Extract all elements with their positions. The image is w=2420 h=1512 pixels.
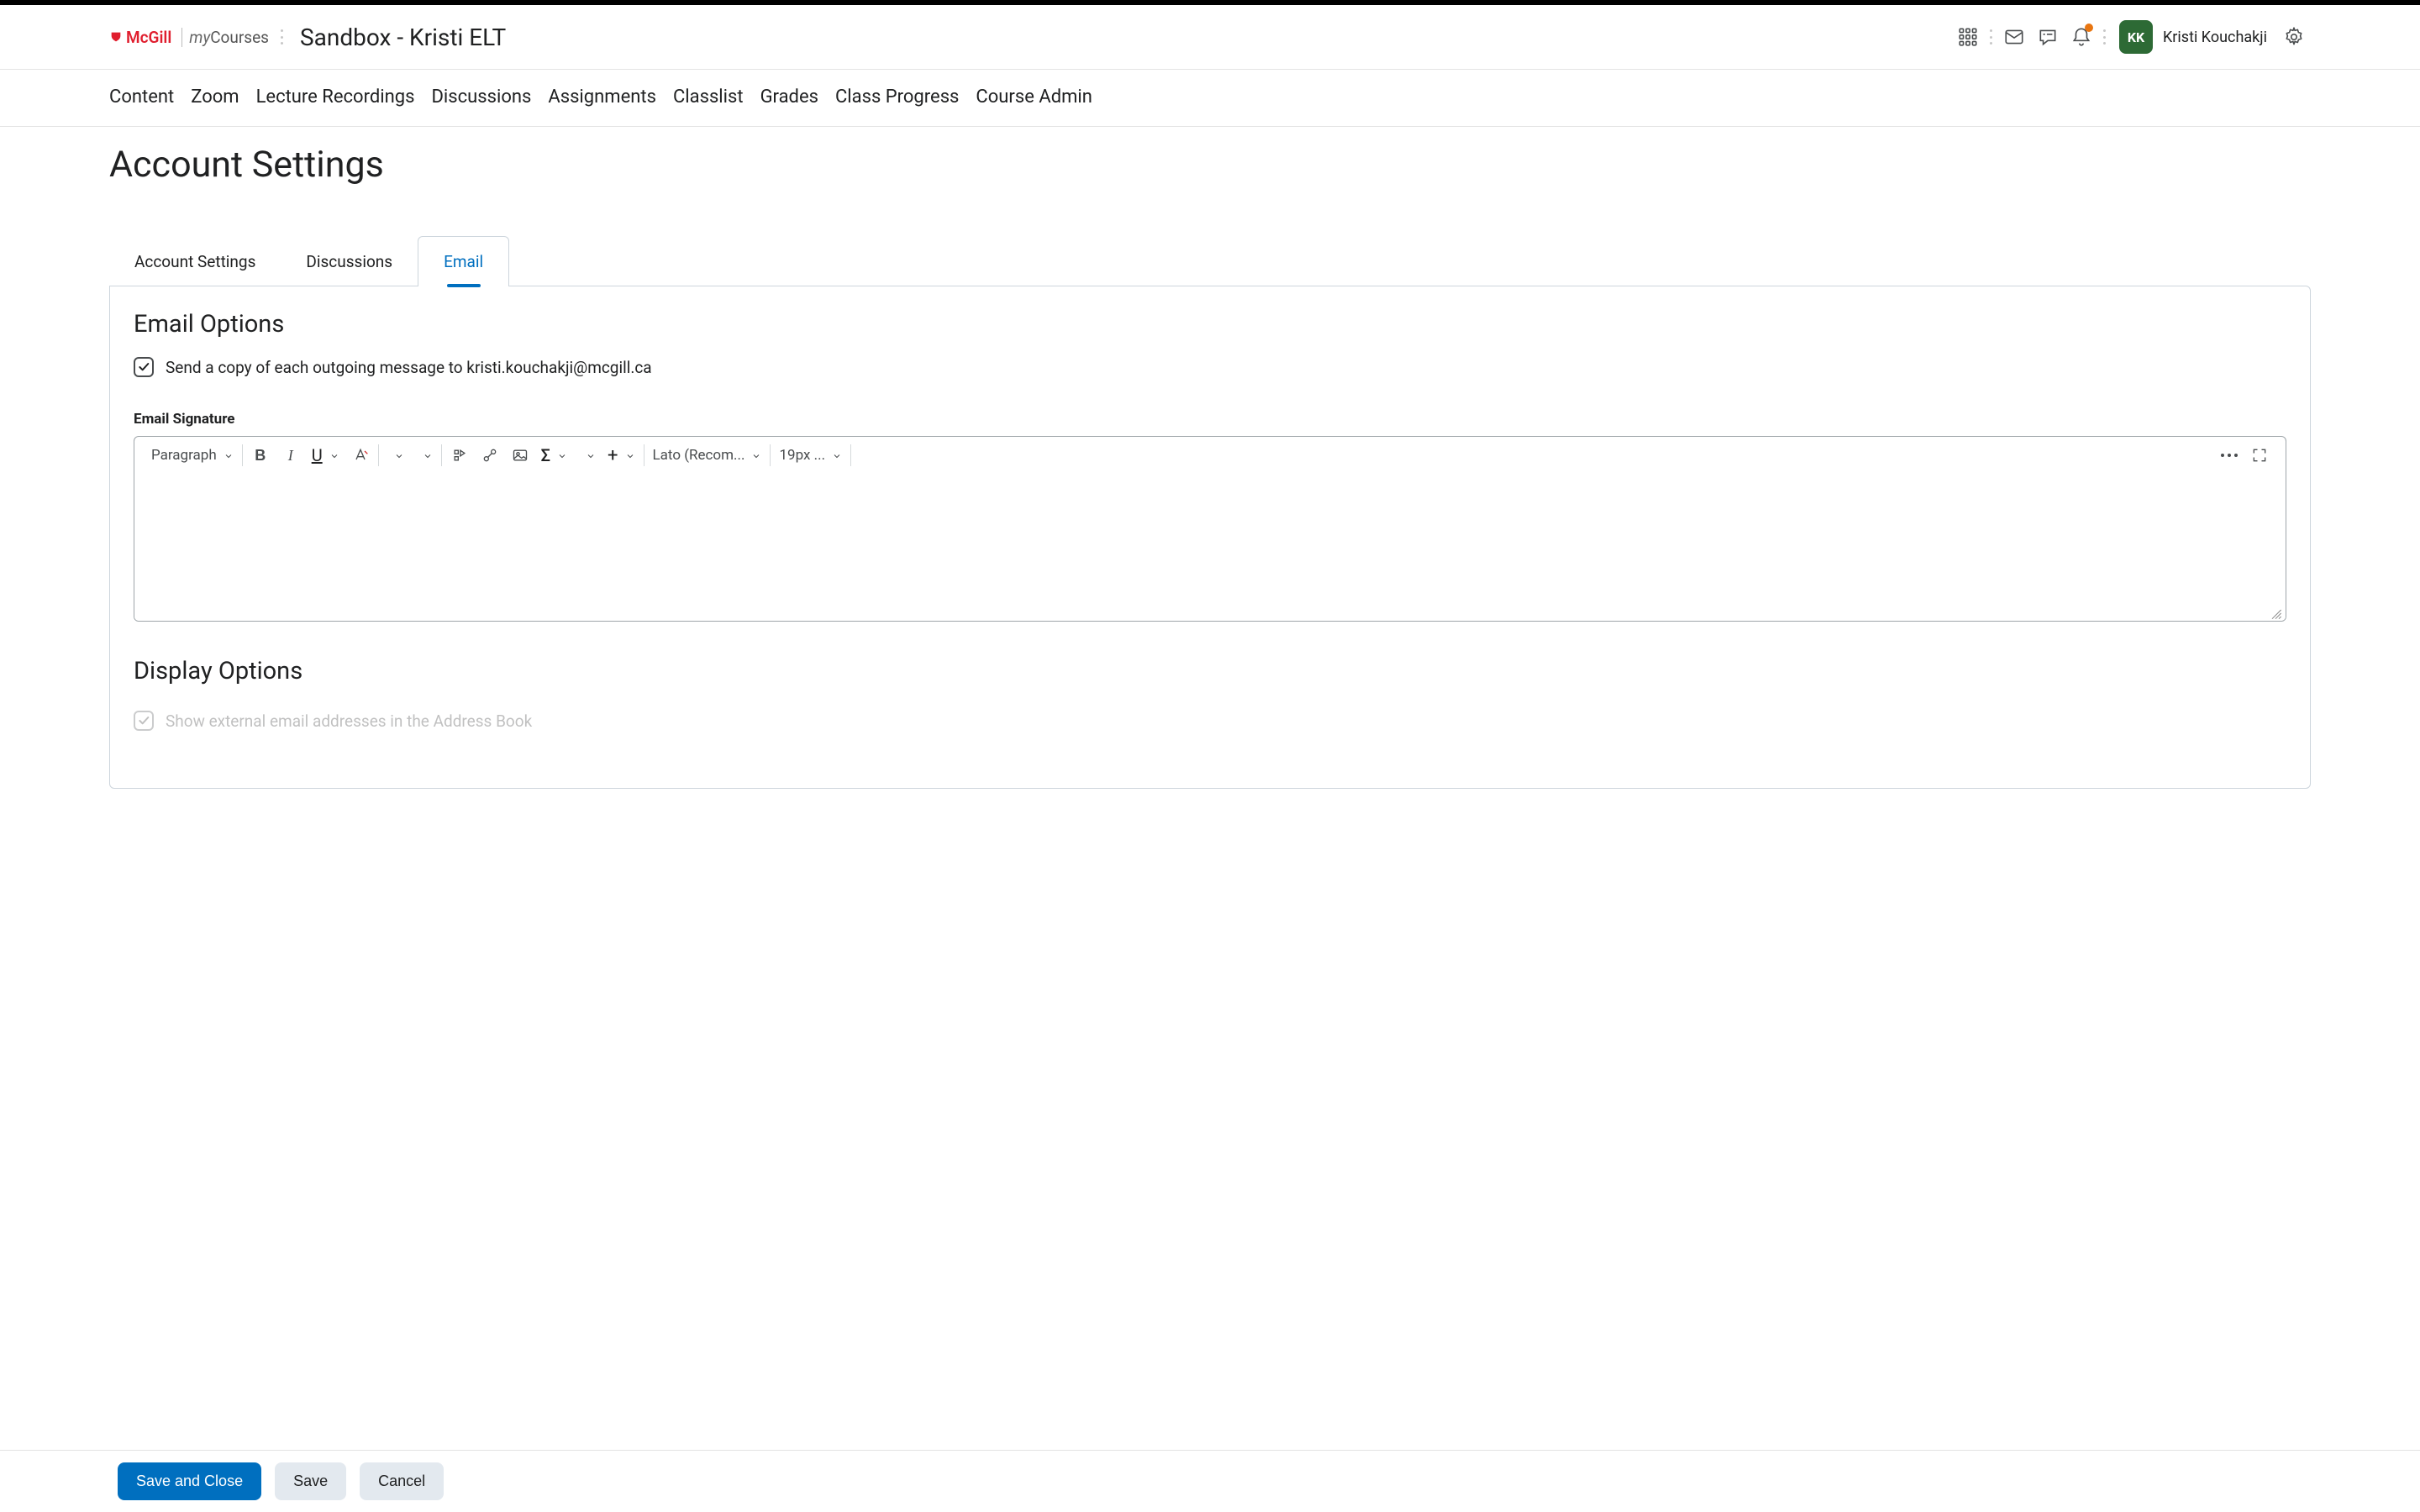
equation-button[interactable]: Σ xyxy=(541,445,567,465)
page-title: Account Settings xyxy=(109,144,2311,186)
signature-textarea[interactable] xyxy=(134,474,2286,621)
save-and-close-button[interactable]: Save and Close xyxy=(118,1462,261,1500)
chevron-down-icon xyxy=(394,445,404,465)
chevron-down-icon xyxy=(586,445,596,465)
show-external-label: Show external email addresses in the Add… xyxy=(166,711,532,731)
font-size-select[interactable]: 19px ... xyxy=(779,445,842,465)
logo-group[interactable]: McGill myCourses xyxy=(109,28,269,47)
course-nav: Content Zoom Lecture Recordings Discussi… xyxy=(0,70,2420,127)
font-family-select[interactable]: Lato (Recom... xyxy=(653,445,762,465)
block-format-select[interactable]: Paragraph xyxy=(151,445,234,465)
ellipsis-icon xyxy=(2221,454,2238,457)
save-button[interactable]: Save xyxy=(275,1462,346,1500)
settings-gear-icon[interactable] xyxy=(2277,20,2311,54)
notification-indicator-icon xyxy=(2085,24,2093,32)
email-options-heading: Email Options xyxy=(134,310,2286,339)
nav-class-progress[interactable]: Class Progress xyxy=(835,87,959,108)
more-options-button[interactable] xyxy=(2220,444,2238,467)
chevron-down-icon xyxy=(751,445,761,465)
bold-button[interactable]: B xyxy=(251,444,270,467)
insert-image-button[interactable] xyxy=(511,444,529,467)
chevron-down-icon xyxy=(625,445,635,465)
page-content: Account Settings Account Settings Discus… xyxy=(0,127,2420,890)
signature-label: Email Signature xyxy=(134,411,2286,428)
text-color-button[interactable] xyxy=(351,444,370,467)
separator-dots-icon xyxy=(2103,29,2106,45)
nav-course-admin[interactable]: Course Admin xyxy=(976,87,1092,108)
header-icons: KK Kristi Kouchakji xyxy=(1951,20,2311,54)
fullscreen-button[interactable] xyxy=(2250,444,2269,467)
mcgill-logo: McGill xyxy=(109,28,171,47)
table-button[interactable] xyxy=(579,445,596,465)
nav-zoom[interactable]: Zoom xyxy=(191,87,239,108)
nav-content[interactable]: Content xyxy=(109,87,174,108)
show-external-checkbox[interactable] xyxy=(134,711,154,731)
chevron-down-icon xyxy=(329,445,339,465)
nav-discussions[interactable]: Discussions xyxy=(431,87,531,108)
send-copy-checkbox[interactable] xyxy=(134,357,154,377)
show-external-row: Show external email addresses in the Add… xyxy=(134,711,2286,731)
tab-discussions[interactable]: Discussions xyxy=(281,237,418,286)
insert-stuff-button[interactable] xyxy=(450,444,469,467)
nav-lecture-recordings[interactable]: Lecture Recordings xyxy=(256,87,415,108)
chevron-down-icon xyxy=(832,445,842,465)
italic-button[interactable]: I xyxy=(281,444,300,467)
list-button[interactable] xyxy=(416,445,433,465)
tab-panel-email: Email Options Send a copy of each outgoi… xyxy=(109,286,2311,789)
underline-button[interactable]: U xyxy=(312,445,339,465)
cancel-button[interactable]: Cancel xyxy=(360,1462,444,1500)
messages-icon[interactable] xyxy=(1997,20,2031,54)
notifications-bell-icon[interactable] xyxy=(2065,20,2098,54)
user-name[interactable]: Kristi Kouchakji xyxy=(2163,29,2267,46)
nav-assignments[interactable]: Assignments xyxy=(548,87,656,108)
editor-toolbar: Paragraph B I U xyxy=(134,437,2286,474)
course-title[interactable]: Sandbox - Kristi ELT xyxy=(300,24,506,51)
send-copy-label: Send a copy of each outgoing message to … xyxy=(166,358,652,377)
header-bar: McGill myCourses Sandbox - Kristi ELT xyxy=(0,5,2420,70)
chevron-down-icon xyxy=(224,445,234,465)
chevron-down-icon xyxy=(423,445,433,465)
apps-grid-icon[interactable] xyxy=(1951,20,1985,54)
mycourses-logo: myCourses xyxy=(182,28,269,47)
mcgill-crest-icon xyxy=(109,30,123,44)
tab-account-settings[interactable]: Account Settings xyxy=(109,237,281,286)
chat-icon[interactable] xyxy=(2031,20,2065,54)
display-options-heading: Display Options xyxy=(134,657,2286,685)
footer-actions: Save and Close Save Cancel xyxy=(0,1450,2420,1512)
send-copy-row: Send a copy of each outgoing message to … xyxy=(134,357,2286,377)
tabs-row: Account Settings Discussions Email xyxy=(109,236,2311,286)
nav-separator-dots-icon xyxy=(281,29,283,45)
nav-classlist[interactable]: Classlist xyxy=(673,87,744,108)
chevron-down-icon xyxy=(557,445,567,465)
avatar[interactable]: KK xyxy=(2119,20,2153,54)
tab-email[interactable]: Email xyxy=(418,236,509,286)
signature-editor: Paragraph B I U xyxy=(134,436,2286,622)
insert-more-button[interactable]: + xyxy=(608,445,634,466)
resize-handle-icon[interactable] xyxy=(2269,604,2282,617)
nav-grades[interactable]: Grades xyxy=(760,87,818,108)
separator-dots-icon xyxy=(1990,29,1992,45)
align-button[interactable] xyxy=(387,445,404,465)
mcgill-text: McGill xyxy=(126,28,171,47)
insert-link-button[interactable] xyxy=(481,444,499,467)
